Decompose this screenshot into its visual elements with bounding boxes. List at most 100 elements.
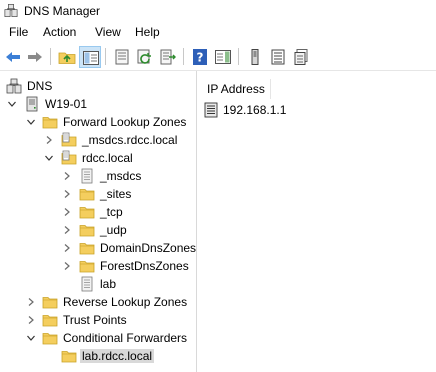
tree-node-dns[interactable]: DNS [0, 77, 196, 95]
folder-icon [42, 114, 58, 130]
column-header-label: IP Address [207, 82, 265, 96]
up-one-level-button[interactable] [56, 46, 78, 68]
chevron-down-icon[interactable] [44, 153, 54, 163]
show-hide-console-tree-button[interactable] [79, 46, 101, 68]
tree-node-sub-udp[interactable]: _udp [0, 221, 196, 239]
toolbar-separator [105, 48, 106, 65]
tree-label: Reverse Lookup Zones [63, 295, 188, 309]
chevron-right-icon[interactable] [26, 297, 36, 307]
back-arrow-icon [6, 52, 20, 62]
dns-icon [6, 78, 22, 94]
tree-node-sub-msdcs[interactable]: _msdcs [0, 167, 196, 185]
chevron-right-icon[interactable] [62, 261, 72, 271]
tree-label-selected: lab.rdcc.local [80, 349, 155, 363]
column-divider[interactable] [270, 79, 271, 99]
server-icon [251, 49, 259, 65]
toolbar-separator [183, 48, 184, 65]
tree-label: Trust Points [63, 313, 127, 327]
folder-icon [42, 294, 58, 310]
chevron-right-icon[interactable] [62, 207, 72, 217]
console-tree-icon [83, 51, 99, 65]
tree-label: rdcc.local [82, 151, 133, 165]
record-folder-icon [79, 168, 95, 184]
tree-label: _tcp [100, 205, 123, 219]
chevron-right-icon[interactable] [62, 171, 72, 181]
tree-label: _msdcs.rdcc.local [82, 133, 178, 147]
records-icon [294, 49, 308, 65]
zone-icon [61, 132, 77, 148]
server-icon [24, 96, 40, 112]
tree-label: Forward Lookup Zones [63, 115, 187, 129]
tree-node-forward-lookup-zones[interactable]: Forward Lookup Zones [0, 113, 196, 131]
tree-node-sub-forestdnszones[interactable]: ForestDnsZones [0, 257, 196, 275]
records-list-button[interactable] [290, 46, 312, 68]
menu-bar: File Action View Help [0, 22, 436, 43]
zone-icon [61, 150, 77, 166]
export-list-icon [160, 49, 176, 65]
tree-node-conditional-forwarders[interactable]: Conditional Forwarders [0, 329, 196, 347]
dns-manager-app-icon [4, 3, 18, 18]
zone-list-button[interactable] [267, 46, 289, 68]
tree-label: ForestDnsZones [100, 259, 189, 273]
chevron-right-icon[interactable] [62, 225, 72, 235]
svg-text:?: ? [197, 51, 204, 65]
tree-label: Conditional Forwarders [63, 331, 188, 345]
tree-label: _sites [100, 187, 132, 201]
folder-icon [79, 258, 95, 274]
tree-node-reverse-lookup-zones[interactable]: Reverse Lookup Zones [0, 293, 196, 311]
record-icon [79, 276, 95, 292]
properties-button[interactable] [111, 46, 133, 68]
help-button[interactable]: ? [189, 46, 211, 68]
tree-label: lab [100, 277, 117, 291]
details-pane[interactable]: IP Address 192.168.1.1 [197, 71, 436, 372]
console-tree[interactable]: DNS W19-01 Forward Lookup Zones _msdcs.r… [0, 71, 197, 372]
chevron-right-icon[interactable] [62, 189, 72, 199]
menu-file[interactable]: File [8, 25, 29, 39]
tree-node-rdcc-zone[interactable]: rdcc.local [0, 149, 196, 167]
forwarder-folder-icon [61, 348, 77, 364]
menu-action[interactable]: Action [42, 25, 77, 39]
tree-node-trust-points[interactable]: Trust Points [0, 311, 196, 329]
folder-icon [79, 222, 95, 238]
refresh-icon [137, 49, 151, 64]
tree-node-msdcs-zone[interactable]: _msdcs.rdcc.local [0, 131, 196, 149]
toolbar-separator [238, 48, 239, 65]
tree-label: _msdcs [100, 169, 142, 183]
toolbar-separator [50, 48, 51, 65]
show-action-pane-button[interactable] [212, 46, 234, 68]
server-record-icon [204, 102, 218, 118]
tree-label: DNS [27, 79, 53, 93]
ip-address-value: 192.168.1.1 [223, 103, 287, 117]
column-header-ip-address[interactable]: IP Address [197, 79, 436, 99]
tree-node-lab-record[interactable]: lab [0, 275, 196, 293]
action-pane-icon [215, 50, 231, 64]
menu-view[interactable]: View [94, 25, 122, 39]
chevron-right-icon[interactable] [62, 243, 72, 253]
tree-label: DomainDnsZones [100, 241, 197, 255]
refresh-button[interactable] [134, 46, 156, 68]
back-button[interactable] [2, 46, 24, 68]
window-title: DNS Manager [24, 4, 101, 18]
folder-icon [79, 186, 95, 202]
folder-icon [42, 312, 58, 328]
tree-node-sub-tcp[interactable]: _tcp [0, 203, 196, 221]
server-button[interactable] [244, 46, 266, 68]
tree-label: _udp [100, 223, 127, 237]
folder-icon [79, 240, 95, 256]
tree-node-sub-sites[interactable]: _sites [0, 185, 196, 203]
chevron-right-icon[interactable] [44, 135, 54, 145]
help-icon: ? [193, 49, 207, 65]
chevron-right-icon[interactable] [26, 315, 36, 325]
tree-node-lab-forwarder[interactable]: lab.rdcc.local [0, 347, 196, 365]
folder-up-icon [58, 52, 76, 64]
export-list-button[interactable] [157, 46, 179, 68]
forward-button[interactable] [24, 46, 46, 68]
chevron-down-icon[interactable] [7, 99, 17, 109]
tree-node-sub-domaindnszones[interactable]: DomainDnsZones [0, 239, 196, 257]
properties-icon [115, 49, 129, 65]
chevron-down-icon[interactable] [26, 117, 36, 127]
menu-help[interactable]: Help [134, 25, 161, 39]
chevron-down-icon[interactable] [26, 333, 36, 343]
toolbar: ? [0, 43, 436, 71]
tree-node-server[interactable]: W19-01 [0, 95, 196, 113]
